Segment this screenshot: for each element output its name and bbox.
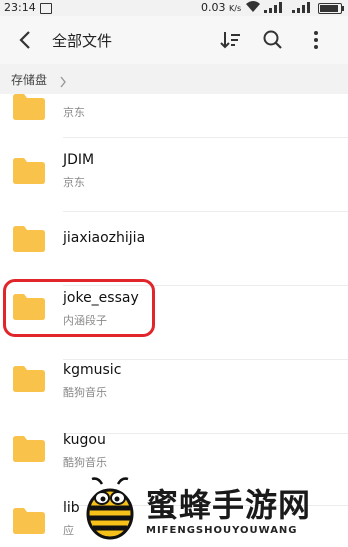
folder-icon [13, 226, 45, 252]
folder-description: 京东 [63, 106, 85, 119]
list-item[interactable]: jiaxiaozhijia [0, 212, 348, 286]
list-item[interactable]: JDIM 京东 [0, 138, 348, 212]
app-header: 全部文件 [0, 16, 348, 64]
folder-icon [13, 158, 45, 184]
watermark-title: 蜜蜂手游网 [146, 486, 312, 524]
battery-icon [318, 3, 344, 14]
signal-strength-icon [264, 2, 284, 13]
status-time: 23:14 [4, 1, 36, 14]
folder-description: 酷狗音乐 [63, 456, 107, 469]
folder-icon [13, 436, 45, 462]
folder-description: 应 [63, 524, 74, 537]
network-speed-value: 0.03 [201, 1, 226, 14]
watermark: 蜜蜂手游网 MIFENGSHOUYOUWANG [80, 472, 348, 547]
folder-icon [13, 508, 45, 534]
folder-name: lib [63, 500, 80, 516]
folder-icon [13, 94, 45, 120]
back-arrow-icon[interactable] [14, 28, 38, 52]
search-icon[interactable] [261, 28, 285, 52]
chevron-right-icon [59, 73, 67, 88]
folder-description: 酷狗音乐 [63, 386, 107, 399]
wifi-icon [245, 0, 261, 16]
list-item[interactable]: kgmusic 酷狗音乐 [0, 360, 348, 434]
watermark-subtitle: MIFENGSHOUYOUWANG [146, 525, 298, 536]
page-title: 全部文件 [52, 32, 113, 50]
status-bar: 23:14 0.03 K/s [0, 0, 348, 16]
sort-icon[interactable] [219, 28, 243, 52]
folder-name: kugou [63, 432, 106, 448]
folder-description: 京东 [63, 176, 85, 189]
breadcrumb-storage[interactable]: 存储盘 [11, 71, 47, 88]
list-item[interactable]: 京东 [0, 94, 348, 138]
folder-name: kgmusic [63, 362, 122, 378]
highlight-box [3, 279, 155, 337]
more-vertical-icon[interactable] [304, 28, 328, 52]
breadcrumb: 存储盘 [0, 64, 348, 94]
network-speed: 0.03 K/s [201, 1, 241, 14]
folder-name: jiaxiaozhijia [63, 230, 146, 246]
folder-icon [13, 366, 45, 392]
folder-name: JDIM [63, 152, 95, 168]
bee-logo-icon [80, 476, 140, 546]
image-notification-icon [40, 3, 52, 14]
network-speed-unit: K/s [229, 4, 242, 13]
signal-strength-icon-2 [292, 2, 312, 13]
